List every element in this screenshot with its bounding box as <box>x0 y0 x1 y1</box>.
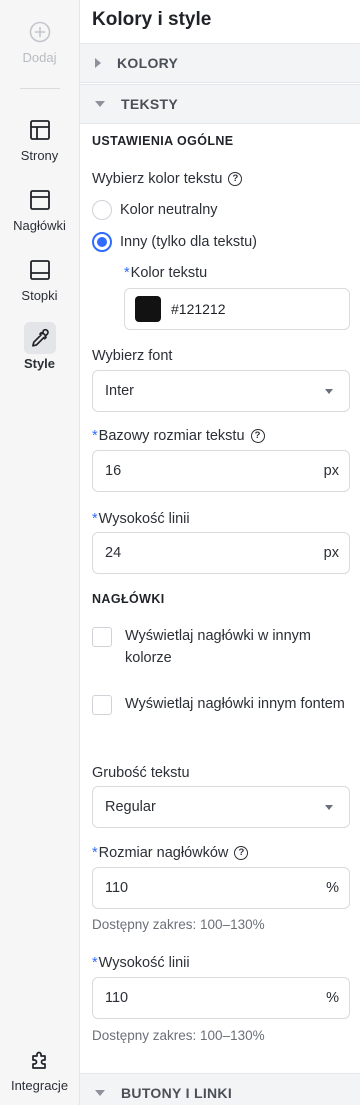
rail-style-label: Style <box>23 356 56 371</box>
base-size-unit: px <box>323 463 339 479</box>
radio-button-unchecked[interactable] <box>92 200 112 220</box>
required-mark: * <box>124 265 130 281</box>
rail-headers-button[interactable]: Nagłówki <box>0 184 79 233</box>
base-size-input[interactable]: 16 px <box>92 450 350 492</box>
headings-line-height-label-text: Wysokość linii <box>98 955 190 971</box>
headings-size-label-text: Rozmiar nagłówków <box>98 845 229 861</box>
line-height-value: 24 <box>105 545 122 561</box>
radio-button-checked[interactable] <box>92 232 112 252</box>
required-mark: * <box>92 511 98 527</box>
radio-neutral-color[interactable]: Kolor neutralny <box>92 200 218 220</box>
headings-line-height-input[interactable]: 110 % <box>92 977 350 1019</box>
headings-heading: NAGŁÓWKI <box>92 592 165 606</box>
choose-text-color-text: Wybierz kolor tekstu <box>92 171 223 187</box>
help-icon[interactable]: ? <box>234 846 249 860</box>
accordion-buttons-label: BUTONY I LINKI <box>121 1085 233 1101</box>
checkbox-headings-other-font[interactable]: Wyświetlaj nagłówki innym fontem <box>92 695 345 715</box>
rail-integrations-label: Integracje <box>10 1078 69 1093</box>
color-swatch[interactable] <box>135 296 161 322</box>
plus-circle-icon <box>24 16 56 48</box>
footer-layout-icon <box>24 254 56 286</box>
headings-size-label: * Rozmiar nagłówków ? <box>92 845 249 861</box>
page-title: Kolory i style <box>92 9 212 30</box>
rail-pages-label: Strony <box>20 148 59 163</box>
rail-add-button[interactable]: Dodaj <box>0 16 79 65</box>
styles-panel: Kolory i style KOLORY TEKSTY USTAWIENIA … <box>80 0 360 1105</box>
checkbox[interactable] <box>92 695 112 715</box>
checkbox[interactable] <box>92 627 112 647</box>
radio-other-color[interactable]: Inny (tylko dla tekstu) <box>92 232 257 252</box>
rail-footers-button[interactable]: Stopki <box>0 254 79 303</box>
base-size-value: 16 <box>105 463 122 479</box>
font-select-value: Inter <box>105 383 135 399</box>
rail-add-label: Dodaj <box>22 50 57 65</box>
accordion-colors[interactable]: KOLORY <box>80 43 360 83</box>
required-mark: * <box>92 955 98 971</box>
line-height-input[interactable]: 24 px <box>92 532 350 574</box>
puzzle-icon <box>24 1044 56 1076</box>
headings-line-height-label: * Wysokość linii <box>92 955 190 971</box>
text-color-picker[interactable]: #121212 <box>124 288 350 330</box>
accordion-texts-label: TEKSTY <box>121 96 179 112</box>
font-select[interactable]: Inter <box>92 370 350 412</box>
checkbox-other-color-label: Wyświetlaj nagłówki w innym kolorze <box>125 628 312 666</box>
caret-down-icon <box>95 101 105 107</box>
text-color-label-text: Kolor tekstu <box>130 265 208 281</box>
headings-size-input[interactable]: 110 % <box>92 867 350 909</box>
font-weight-value: Regular <box>105 799 156 815</box>
base-size-label: * Bazowy rozmiar tekstu ? <box>92 428 265 444</box>
headings-size-value: 110 <box>105 880 129 896</box>
rail-style-button[interactable]: Style <box>0 322 79 371</box>
required-mark: * <box>92 428 98 444</box>
rail-footers-label: Stopki <box>21 288 58 303</box>
font-weight-select[interactable]: Regular <box>92 786 350 828</box>
rail-divider <box>20 88 60 89</box>
accordion-buttons-links[interactable]: BUTONY I LINKI <box>80 1073 360 1105</box>
dropdown-arrow-icon <box>325 804 333 810</box>
accordion-texts[interactable]: TEKSTY <box>80 84 360 124</box>
eyedropper-icon <box>23 322 56 354</box>
line-height-label: * Wysokość linii <box>92 511 190 527</box>
dropdown-arrow-icon <box>325 388 333 394</box>
line-height-label-text: Wysokość linii <box>98 511 190 527</box>
layout-icon <box>24 114 56 146</box>
headings-size-hint: Dostępny zakres: 100–130% <box>92 917 265 932</box>
caret-down-icon <box>95 1090 105 1096</box>
header-layout-icon <box>24 184 56 216</box>
line-height-unit: px <box>323 545 339 561</box>
choose-text-color-label: Wybierz kolor tekstu ? <box>92 171 243 187</box>
headings-line-height-hint: Dostępny zakres: 100–130% <box>92 1028 265 1043</box>
headings-line-height-unit: % <box>326 990 339 1006</box>
rail-pages-button[interactable]: Strony <box>0 114 79 163</box>
accordion-colors-label: KOLORY <box>117 55 179 71</box>
required-mark: * <box>92 845 98 861</box>
headings-line-height-value: 110 <box>105 990 129 1006</box>
text-color-value: #121212 <box>171 301 226 317</box>
rail-integrations-button[interactable]: Integracje <box>0 1044 79 1093</box>
radio-neutral-label: Kolor neutralny <box>120 202 218 218</box>
help-icon[interactable]: ? <box>228 172 243 186</box>
text-color-label: * Kolor tekstu <box>124 265 207 281</box>
headings-size-unit: % <box>326 880 339 896</box>
base-size-label-text: Bazowy rozmiar tekstu <box>98 428 245 444</box>
caret-right-icon <box>95 58 101 68</box>
checkbox-other-font-label: Wyświetlaj nagłówki innym fontem <box>125 696 345 712</box>
rail-headers-label: Nagłówki <box>13 218 66 233</box>
help-icon[interactable]: ? <box>250 429 265 443</box>
left-rail: Dodaj Strony Nagłówki Stopki Style Integ… <box>0 0 80 1105</box>
choose-font-label: Wybierz font <box>92 348 173 364</box>
general-settings-heading: USTAWIENIA OGÓLNE <box>92 134 234 148</box>
radio-other-label: Inny (tylko dla tekstu) <box>120 234 257 250</box>
checkbox-headings-other-color[interactable]: Wyświetlaj nagłówki w innym kolorze <box>92 627 345 669</box>
font-weight-label: Grubość tekstu <box>92 765 190 781</box>
